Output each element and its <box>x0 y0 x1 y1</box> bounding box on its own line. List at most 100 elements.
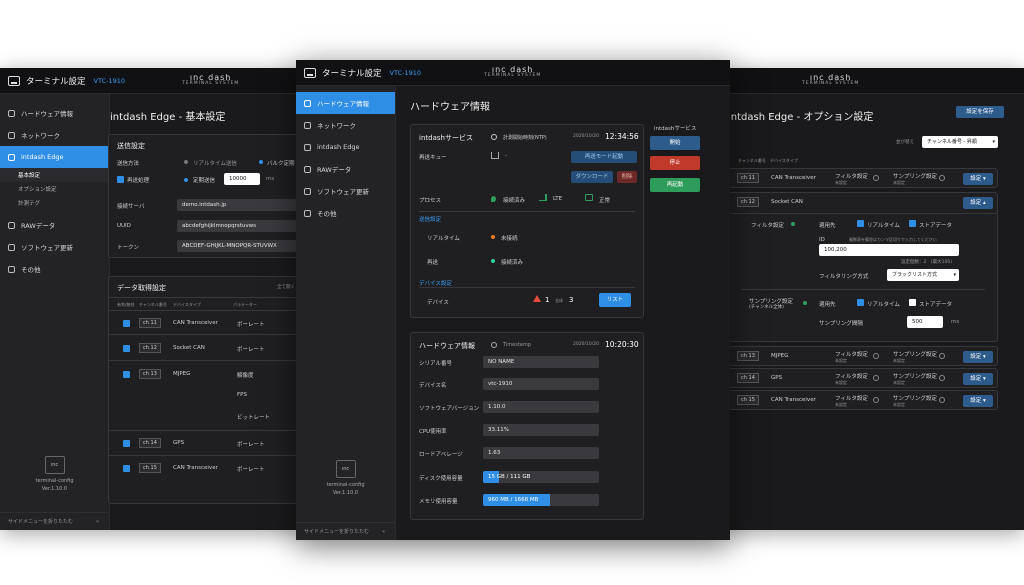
sidebar-item-edge[interactable]: intdash Edge <box>296 136 395 158</box>
sidebar-collapse[interactable]: サイドメニューを折りたたむ « <box>296 522 395 540</box>
sidebar-item-update[interactable]: ソフトウェア更新 <box>0 236 109 258</box>
uuid-input[interactable]: abcdefghijklmnopqrstuvws <box>177 220 300 232</box>
sampling-sub: (チャンネル全体) <box>749 305 784 310</box>
ch13-checkbox[interactable] <box>123 371 130 378</box>
sidebar-sub-tag[interactable]: 計測テグ <box>0 196 109 210</box>
sidebar-item-network[interactable]: ネットワーク <box>0 124 109 146</box>
footer-name: terminal-config <box>326 482 365 488</box>
id-input[interactable]: 100,200 <box>819 244 959 256</box>
ch14-device: GPS <box>771 375 783 381</box>
raw-data-icon <box>8 221 15 229</box>
stop-button[interactable]: 停止 <box>650 156 700 170</box>
sidebar-sub-basic[interactable]: 基本設定 <box>0 168 109 182</box>
filter-method-select[interactable]: ブラックリスト方式 ▾ <box>887 269 959 281</box>
sidebar-item-raw[interactable]: RAWデータ <box>0 214 109 236</box>
header-device: デバイスタイプ <box>173 302 201 307</box>
sidebar-item-hardware[interactable]: ハードウェア情報 <box>296 92 395 114</box>
ch11-checkbox[interactable] <box>123 320 130 327</box>
ch15-filter-label: フィルタ設定 <box>835 396 868 402</box>
sidebar-item-other[interactable]: その他 <box>0 258 109 280</box>
expand-all-link[interactable]: 全て開く <box>277 284 295 290</box>
software-version-value: 1.10.0 <box>483 401 599 413</box>
timestamp-label: Timestamp <box>503 342 531 348</box>
memory-usage-text: 960 MB / 1668 MB <box>488 497 539 503</box>
clock-icon <box>491 134 497 140</box>
resend-checkbox[interactable] <box>117 176 124 183</box>
realtime-radio[interactable] <box>184 160 188 164</box>
sidebar-sub-option[interactable]: オプション設定 <box>0 182 109 196</box>
ch12-checkbox[interactable] <box>123 345 130 352</box>
filter-store-checkbox[interactable] <box>909 220 916 227</box>
device-total-label: 全体 <box>555 298 563 303</box>
sort-select[interactable]: チャンネル番号 - 昇順 ▾ <box>922 136 998 148</box>
ch14-checkbox[interactable] <box>123 440 130 447</box>
sidebar-item-hardware[interactable]: ハードウェア情報 <box>0 102 109 124</box>
resend-mode-button[interactable]: 再送モード起動 <box>571 151 637 163</box>
ch12-setting-button[interactable]: 設定 ▴ <box>963 197 993 209</box>
periodic-radio[interactable] <box>184 178 188 182</box>
ch12-param: ボーレート <box>237 347 265 353</box>
other-icon <box>304 209 311 217</box>
periodic-input[interactable]: 10000 <box>224 173 260 185</box>
server-input[interactable]: demo.intdash.jp <box>177 199 300 211</box>
filter-title: フィルタ設定 <box>751 223 784 229</box>
sidebar-item-other[interactable]: その他 <box>296 202 395 224</box>
ch11-setting-button[interactable]: 設定 ▾ <box>963 173 993 185</box>
ch15-setting-button[interactable]: 設定 ▾ <box>963 395 993 407</box>
ch15-checkbox[interactable] <box>123 465 130 472</box>
status-icon <box>939 397 945 403</box>
cpu-label: CPU使用率 <box>419 429 447 435</box>
ch14-box: ch 14 <box>737 373 759 383</box>
device-list-button[interactable]: リスト <box>599 293 631 307</box>
restart-button[interactable]: 再起動 <box>650 178 700 192</box>
sidebar-item-edge[interactable]: intdash Edge <box>0 146 109 168</box>
filter-apply-label: 適用先 <box>819 223 836 229</box>
main-area: intdash Edge - オプション設定 設定を保存 並び替え チャンネル番… <box>726 94 1024 530</box>
start-button[interactable]: 開始 <box>650 136 700 150</box>
save-settings-button[interactable]: 設定を保存 <box>956 106 1004 118</box>
ch11-sampling-label: サンプリング設定 <box>893 174 937 180</box>
filter-realtime-checkbox[interactable] <box>857 220 864 227</box>
sidebar-collapse[interactable]: サイドメニューを折りたたむ « <box>0 512 109 530</box>
terminal-icon <box>8 75 20 86</box>
main-area: intdash Edge - 基本設定 送信設定 送信方法 リアルタイム送信 バ… <box>108 94 300 530</box>
hardware-icon <box>8 109 15 117</box>
bulk-radio[interactable] <box>259 160 263 164</box>
sidebar: ハードウェア情報 ネットワーク intdash Edge RAWデータ ソフトウ… <box>296 86 396 540</box>
queue-label: 再送キュー <box>419 155 447 161</box>
ch11-box: ch 11 <box>139 318 161 328</box>
hardware-title: ハードウェア情報 <box>419 342 475 350</box>
service-title: intdashサービス <box>419 134 473 142</box>
interval-input[interactable]: 500 <box>907 316 943 328</box>
update-icon <box>304 187 311 195</box>
clock-icon <box>491 342 497 348</box>
collapse-icon: « <box>381 528 385 535</box>
device-warning-count: 1 <box>545 296 550 304</box>
edge-icon <box>8 153 15 161</box>
collapse-icon: « <box>95 518 99 525</box>
ch14-setting-button[interactable]: 設定 ▾ <box>963 373 993 385</box>
process-status: 接続済み <box>503 198 526 204</box>
download-button[interactable]: ダウンロード <box>571 171 613 183</box>
ch15-device: CAN Transceiver <box>771 397 816 403</box>
token-input[interactable]: ABCDEF-GHIJKL-MNOPQR-STUVWX <box>177 240 300 252</box>
ch14-filter-label: フィルタ設定 <box>835 374 868 380</box>
disk-usage-text: 15 GB / 111 GB <box>488 474 531 480</box>
filter-realtime-label: リアルタイム <box>867 223 900 229</box>
ch15-sampling-label: サンプリング設定 <box>893 396 937 402</box>
app-title: ターミナル設定 <box>26 76 86 87</box>
ch13-setting-button[interactable]: 設定 ▾ <box>963 351 993 363</box>
sidebar-item-network[interactable]: ネットワーク <box>296 114 395 136</box>
edge-icon <box>304 143 311 151</box>
delete-button[interactable]: 削除 <box>617 171 637 183</box>
ch11-sampling-status: 未設定 <box>893 180 905 185</box>
ch11-box: ch 11 <box>737 173 759 183</box>
sidebar-item-raw[interactable]: RAWデータ <box>296 158 395 180</box>
sampling-realtime-checkbox[interactable] <box>857 299 864 306</box>
hardware-icon <box>304 99 311 107</box>
sidebar-item-update[interactable]: ソフトウェア更新 <box>296 180 395 202</box>
sampling-store-checkbox[interactable] <box>909 299 916 306</box>
hardware-panel: ハードウェア情報 Timestamp 2020/10/20 10:20:30 シ… <box>410 332 644 520</box>
device-section-title: デバイス設定 <box>419 281 452 287</box>
ch11-device: CAN Transceiver <box>771 175 816 181</box>
